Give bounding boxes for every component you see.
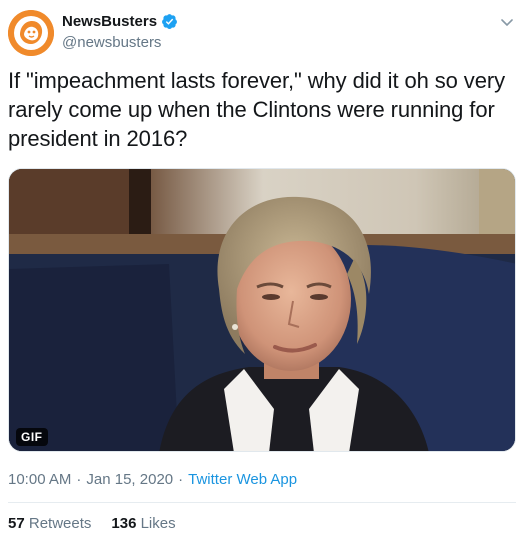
lion-logo-icon [8,10,54,56]
retweets-label: Retweets [28,515,92,532]
tweet-time[interactable]: 10:00 AM [8,471,71,488]
gif-badge: GIF [16,428,48,446]
tweet-stats: 57 Retweets 136 Likes [8,515,196,532]
retweets-stat[interactable]: 57 Retweets [8,515,91,532]
likes-count: 136 [111,515,137,532]
tweet-date[interactable]: Jan 15, 2020 [86,471,173,488]
verified-badge-icon [162,14,177,30]
tweet-text: If "impeachment lasts forever," why did … [8,68,505,151]
display-name[interactable]: NewsBusters [62,13,157,30]
likes-stat[interactable]: 136 Likes [111,515,175,532]
chevron-down-icon[interactable] [499,14,515,30]
gif-frame-image [9,169,515,451]
retweets-count: 57 [8,515,25,532]
meta-separator: · [76,471,82,488]
avatar[interactable] [8,10,54,56]
tweet-meta: 10:00 AM · Jan 15, 2020 · Twitter Web Ap… [8,471,297,488]
likes-label: Likes [140,515,176,532]
meta-separator: · [178,471,184,488]
tweet-card[interactable]: NewsBusters @newsbusters If "impeachment… [0,0,525,536]
gif-media[interactable] [8,168,516,452]
author-name-row[interactable]: NewsBusters [62,13,178,30]
tweet-source-link[interactable]: Twitter Web App [188,471,297,488]
divider [8,502,516,503]
handle[interactable]: @newsbusters [62,34,161,51]
